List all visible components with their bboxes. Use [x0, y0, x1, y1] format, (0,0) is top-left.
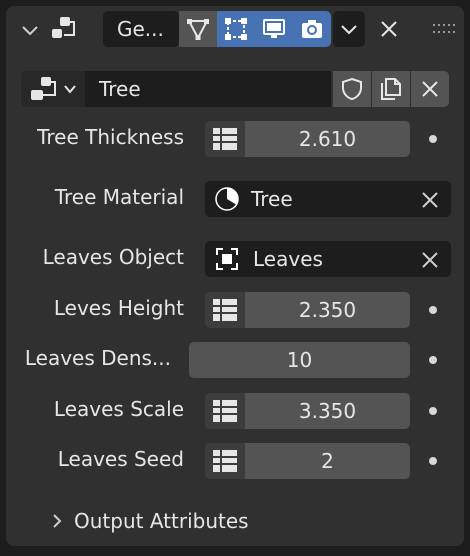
modifier-name-field[interactable]: Ge... — [103, 11, 179, 47]
property-label: Leves Height — [53, 296, 184, 320]
keyframe-dot[interactable] — [429, 135, 437, 143]
modifier-menu-button[interactable] — [333, 11, 365, 47]
clear-material-icon[interactable] — [421, 191, 439, 209]
spreadsheet-icon — [212, 449, 238, 473]
output-attributes-label: Output Attributes — [74, 509, 249, 533]
property-label: Tree Thickness — [37, 125, 184, 149]
object-selector[interactable]: Leaves — [205, 241, 451, 277]
node-group-selector[interactable] — [21, 71, 85, 107]
node-tree-icon — [29, 76, 59, 102]
close-icon — [411, 71, 449, 107]
property-label: Leaves Dens... — [24, 346, 171, 370]
property-label: Leaves Scale — [53, 397, 184, 421]
edit-mode-toggle[interactable] — [179, 11, 217, 47]
property-label: Leaves Object — [42, 245, 184, 269]
fake-user-button[interactable] — [333, 71, 371, 107]
material-icon — [215, 187, 239, 211]
remove-modifier-icon[interactable] — [379, 19, 399, 39]
attribute-toggle-button[interactable] — [205, 393, 245, 429]
attribute-toggle-button[interactable] — [205, 292, 245, 328]
keyframe-dot[interactable] — [429, 407, 437, 415]
property-value: Leaves — [253, 247, 323, 271]
keyframe-dot[interactable] — [429, 306, 437, 314]
geometry-nodes-icon — [50, 15, 80, 45]
property-value: 10 — [286, 348, 313, 372]
property-label: Tree Material — [54, 185, 184, 209]
object-icon — [215, 247, 239, 271]
material-selector[interactable]: Tree — [205, 181, 451, 217]
shield-icon — [333, 71, 371, 107]
spreadsheet-icon — [212, 399, 238, 423]
render-toggle[interactable] — [293, 11, 331, 47]
attribute-toggle-button[interactable] — [205, 443, 245, 479]
viewport-icon — [255, 11, 293, 47]
spreadsheet-icon — [212, 127, 238, 151]
render-icon — [293, 11, 331, 47]
keyframe-dot[interactable] — [429, 356, 437, 364]
on-cage-toggle[interactable] — [217, 11, 255, 47]
property-value: 2.610 — [298, 127, 357, 151]
chevron-down-icon — [63, 82, 77, 96]
collapse-chevron-icon[interactable] — [20, 20, 40, 40]
leaves-height-field[interactable]: 2.350 — [245, 292, 410, 328]
leaves-seed-field[interactable]: 2 — [245, 443, 410, 479]
clear-object-icon[interactable] — [421, 251, 439, 269]
duplicate-button[interactable] — [372, 71, 410, 107]
chevron-right-icon — [50, 513, 64, 529]
property-value: 3.350 — [298, 399, 357, 423]
attribute-toggle-button[interactable] — [205, 121, 245, 157]
keyframe-dot[interactable] — [429, 457, 437, 465]
unlink-button[interactable] — [411, 71, 449, 107]
viewport-toggle[interactable] — [255, 11, 293, 47]
modifier-name: Ge... — [117, 17, 164, 41]
node-group-name-field[interactable]: Tree — [85, 71, 331, 107]
edit-mode-icon — [179, 11, 217, 47]
grip-icon[interactable] — [432, 22, 456, 36]
output-attributes-subpanel[interactable]: Output Attributes — [50, 506, 350, 536]
node-group-name: Tree — [99, 77, 141, 101]
property-value: Tree — [251, 187, 293, 211]
leaves-scale-field[interactable]: 3.350 — [245, 393, 410, 429]
spreadsheet-icon — [212, 298, 238, 322]
property-value: 2.350 — [298, 298, 357, 322]
tree-thickness-field[interactable]: 2.610 — [245, 121, 410, 157]
modifier-panel: Ge... Tree Tree Thickness 2.610 Tree Mat… — [6, 6, 464, 546]
chevron-down-icon — [333, 11, 365, 47]
property-value: 2 — [321, 449, 334, 473]
duplicate-icon — [372, 71, 410, 107]
leaves-density-field[interactable]: 10 — [189, 342, 410, 378]
property-label: Leaves Seed — [57, 447, 184, 471]
on-cage-icon — [217, 11, 255, 47]
